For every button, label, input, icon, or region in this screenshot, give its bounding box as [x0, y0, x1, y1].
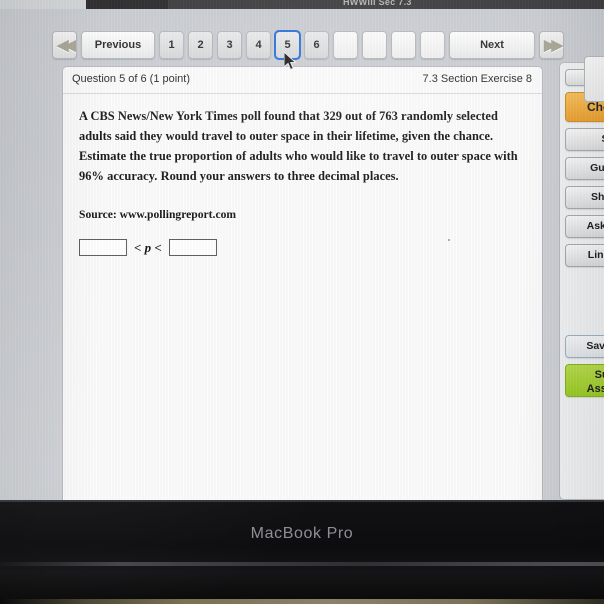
- pagination-toolbar: ◀◀ Previous 1 2 3 4 5 6 Next ▶▶: [52, 30, 564, 60]
- answer-row: < p <: [79, 239, 526, 257]
- offscreen-panel-sliver[interactable]: [584, 56, 604, 102]
- double-left-arrow-icon: ◀◀: [56, 36, 76, 54]
- question-source: Source: www.pollingreport.com: [79, 208, 237, 222]
- page-button-blank-2[interactable]: [362, 31, 387, 59]
- question-body: A CBS News/New York Times poll found tha…: [63, 94, 542, 257]
- page-button-4[interactable]: 4: [246, 31, 271, 59]
- question-counter: Question 5 of 6 (1 point): [72, 73, 191, 85]
- link-to-text-button[interactable]: Link to: [565, 244, 604, 267]
- laptop-screen: Hawkes / HLRK Y Corp. HWWIII Sec 7.3 ◀◀ …: [0, 0, 604, 500]
- double-right-arrow-icon: ▶▶: [543, 36, 563, 54]
- macbook-pro-logotype: MacBook Pro: [250, 525, 354, 542]
- screen-speck: [448, 239, 450, 241]
- page-button-blank-4[interactable]: [420, 31, 445, 59]
- browser-chrome-strip: Hawkes / HLRK Y Corp. HWWIII Sec 7.3: [0, 0, 604, 9]
- answer-upper-bound-input[interactable]: [168, 239, 217, 257]
- exercise-label: 7.3 Section Exercise 8: [422, 73, 532, 85]
- question-card: Question 5 of 6 (1 point) 7.3 Section Ex…: [62, 66, 543, 500]
- show-answer-button[interactable]: Show: [565, 186, 604, 209]
- page-button-blank-1[interactable]: [333, 31, 358, 59]
- page-button-blank-3[interactable]: [391, 31, 416, 59]
- question-header: Question 5 of 6 (1 point) 7.3 Section Ex…: [63, 67, 542, 94]
- skip-question-button[interactable]: S: [565, 128, 604, 151]
- laptop-hinge: [0, 562, 604, 566]
- browser-titlebar: HWWIII Sec 7.3: [168, 0, 604, 9]
- submit-assignment-button[interactable]: SubAssign: [565, 364, 604, 397]
- next-button[interactable]: Next: [449, 31, 535, 59]
- previous-button[interactable]: Previous: [81, 31, 155, 59]
- page-button-2[interactable]: 2: [188, 31, 213, 59]
- save-for-later-button[interactable]: Save fo: [565, 335, 604, 358]
- browser-tab[interactable]: Hawkes / HLRK Y Corp.: [86, 0, 240, 9]
- guided-solution-button[interactable]: Guide: [565, 157, 604, 180]
- browser-window-title: HWWIII Sec 7.3: [343, 0, 412, 7]
- ask-my-instructor-button[interactable]: Ask My: [565, 215, 604, 238]
- action-sidebar: Check S Guide Show Ask My Link to Save f…: [559, 62, 604, 500]
- question-text: A CBS News/New York Times poll found tha…: [79, 109, 518, 184]
- laptop-bezel: MacBook Pro: [0, 500, 604, 604]
- page-button-6[interactable]: 6: [304, 31, 329, 59]
- first-page-button[interactable]: ◀◀: [52, 31, 77, 59]
- answer-lower-bound-input[interactable]: [79, 239, 127, 257]
- bezel-highlight: [0, 500, 604, 502]
- inequality-label: < p <: [134, 239, 162, 255]
- laptop-photo: Hawkes / HLRK Y Corp. HWWIII Sec 7.3 ◀◀ …: [0, 0, 604, 604]
- desk-surface-strip: [0, 599, 604, 604]
- page-button-1[interactable]: 1: [159, 31, 184, 59]
- page-button-3[interactable]: 3: [217, 31, 242, 59]
- last-page-button[interactable]: ▶▶: [539, 31, 564, 59]
